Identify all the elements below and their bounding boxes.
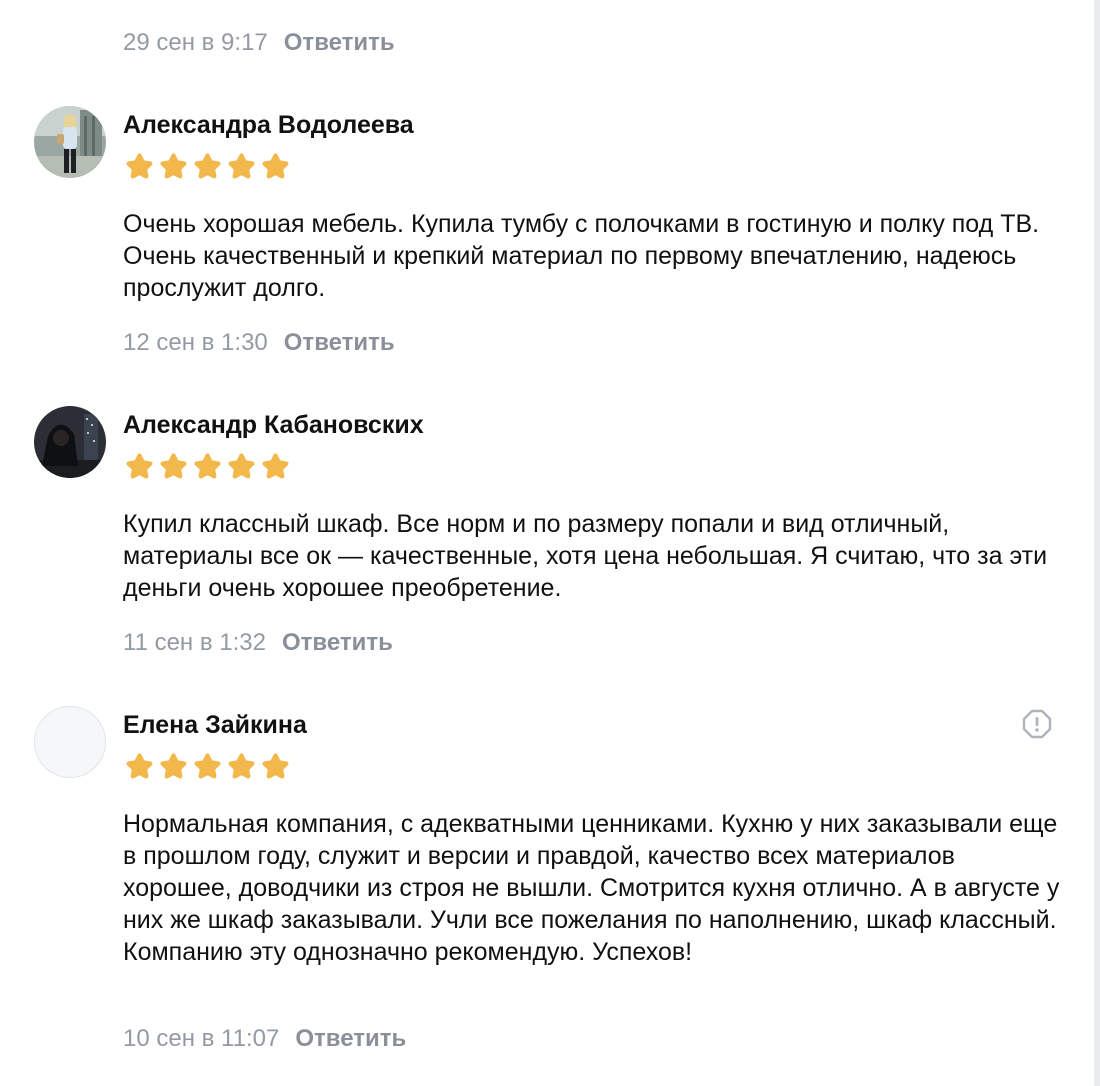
rating-stars <box>123 150 292 182</box>
rating-stars <box>123 750 292 782</box>
reply-button[interactable]: Ответить <box>284 329 395 357</box>
review-date: 12 сен в 1:30 <box>123 329 268 356</box>
star-icon <box>194 753 221 779</box>
review-text: Купил классный шкаф. Все норм и по разме… <box>123 510 1048 602</box>
review-text: Нормальная компания, с адекватными ценни… <box>123 810 1060 966</box>
star-icon <box>228 453 255 479</box>
star-icon <box>126 753 153 779</box>
review-date: 29 сен в 9:17 <box>123 29 268 56</box>
star-icon <box>228 153 255 179</box>
star-icon <box>194 453 221 479</box>
report-icon[interactable] <box>1022 709 1052 739</box>
review-text: Очень хорошая мебель. Купила тумбу с пол… <box>123 210 1040 302</box>
star-icon <box>126 453 153 479</box>
review-author[interactable]: Елена Зайкина <box>123 711 307 740</box>
review-meta: 11 сен в 1:32 Ответить <box>123 629 393 657</box>
reply-button[interactable]: Ответить <box>284 29 395 57</box>
scroll-gutter <box>1094 0 1100 1086</box>
review-date: 10 сен в 11:07 <box>123 1025 280 1052</box>
star-icon <box>126 153 153 179</box>
previous-review-meta: 29 сен в 9:17 Ответить <box>123 29 395 57</box>
reply-button[interactable]: Ответить <box>282 629 393 657</box>
star-icon <box>160 753 187 779</box>
star-icon <box>262 153 289 179</box>
star-icon <box>160 153 187 179</box>
star-icon <box>262 453 289 479</box>
review-author[interactable]: Александра Водолеева <box>123 111 414 140</box>
reply-button[interactable]: Ответить <box>295 1025 406 1053</box>
avatar[interactable] <box>34 706 106 778</box>
reviews-page: 29 сен в 9:17 Ответить Александра Водоле… <box>0 0 1094 1086</box>
star-icon <box>228 753 255 779</box>
review-date: 11 сен в 1:32 <box>123 629 266 656</box>
star-icon <box>194 153 221 179</box>
star-icon <box>160 453 187 479</box>
star-icon <box>262 753 289 779</box>
rating-stars <box>123 450 292 482</box>
avatar[interactable] <box>34 106 106 178</box>
review-meta: 12 сен в 1:30 Ответить <box>123 329 395 357</box>
review-meta: 10 сен в 11:07 Ответить <box>123 1025 406 1053</box>
avatar[interactable] <box>34 406 106 478</box>
review-author[interactable]: Александр Кабановских <box>123 411 424 440</box>
